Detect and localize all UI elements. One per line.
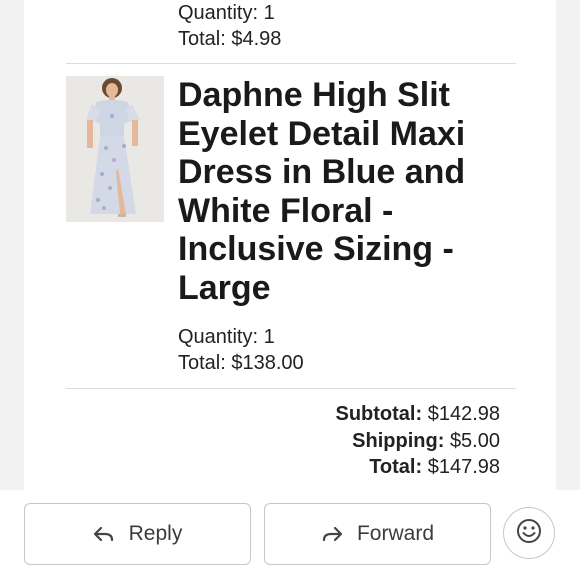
product-image[interactable] xyxy=(66,76,164,222)
previous-line-item: Quantity: 1 Total: $4.98 xyxy=(178,0,281,52)
right-gutter xyxy=(556,0,580,490)
forward-button[interactable]: Forward xyxy=(264,503,491,565)
emoji-reaction-button[interactable] xyxy=(503,507,555,559)
left-gutter xyxy=(0,0,24,490)
item-total: Total: $138.00 xyxy=(178,352,304,374)
product-title[interactable]: Daphne High Slit Eyelet Detail Maxi Dres… xyxy=(178,76,518,307)
total-value: $147.98 xyxy=(427,456,500,478)
divider xyxy=(66,63,516,64)
shipping-label: Shipping: xyxy=(352,429,445,452)
shipping-value: $5.00 xyxy=(449,429,500,452)
total-row: Total: $147.98 xyxy=(335,454,500,481)
total-label: Total: xyxy=(369,456,423,478)
line-item-meta: Quantity: 1 Total: $138.00 xyxy=(178,324,304,376)
smiley-icon xyxy=(515,517,543,550)
previous-item-quantity: Quantity: 1 xyxy=(178,2,275,24)
item-quantity: Quantity: 1 xyxy=(178,326,275,348)
forward-arrow-icon xyxy=(321,526,343,542)
email-view: Quantity: 1 Total: $4.98 Daphne High Sli… xyxy=(0,0,580,580)
order-totals: Subtotal: $142.98 Shipping: $5.00 Total:… xyxy=(335,401,500,481)
reply-arrow-icon xyxy=(93,526,115,542)
action-bar: Reply Forward xyxy=(0,490,580,580)
previous-item-total: Total: $4.98 xyxy=(178,28,282,50)
reply-button[interactable]: Reply xyxy=(24,503,251,565)
divider xyxy=(66,388,516,389)
email-body: Quantity: 1 Total: $4.98 Daphne High Sli… xyxy=(24,0,556,490)
subtotal-value: $142.98 xyxy=(427,403,500,425)
subtotal-row: Subtotal: $142.98 xyxy=(335,401,500,428)
reply-label: Reply xyxy=(128,522,183,545)
dress-photo-icon xyxy=(66,76,164,222)
subtotal-label: Subtotal: xyxy=(335,403,423,425)
shipping-row: Shipping: $5.00 xyxy=(335,428,500,455)
forward-label: Forward xyxy=(356,522,435,545)
